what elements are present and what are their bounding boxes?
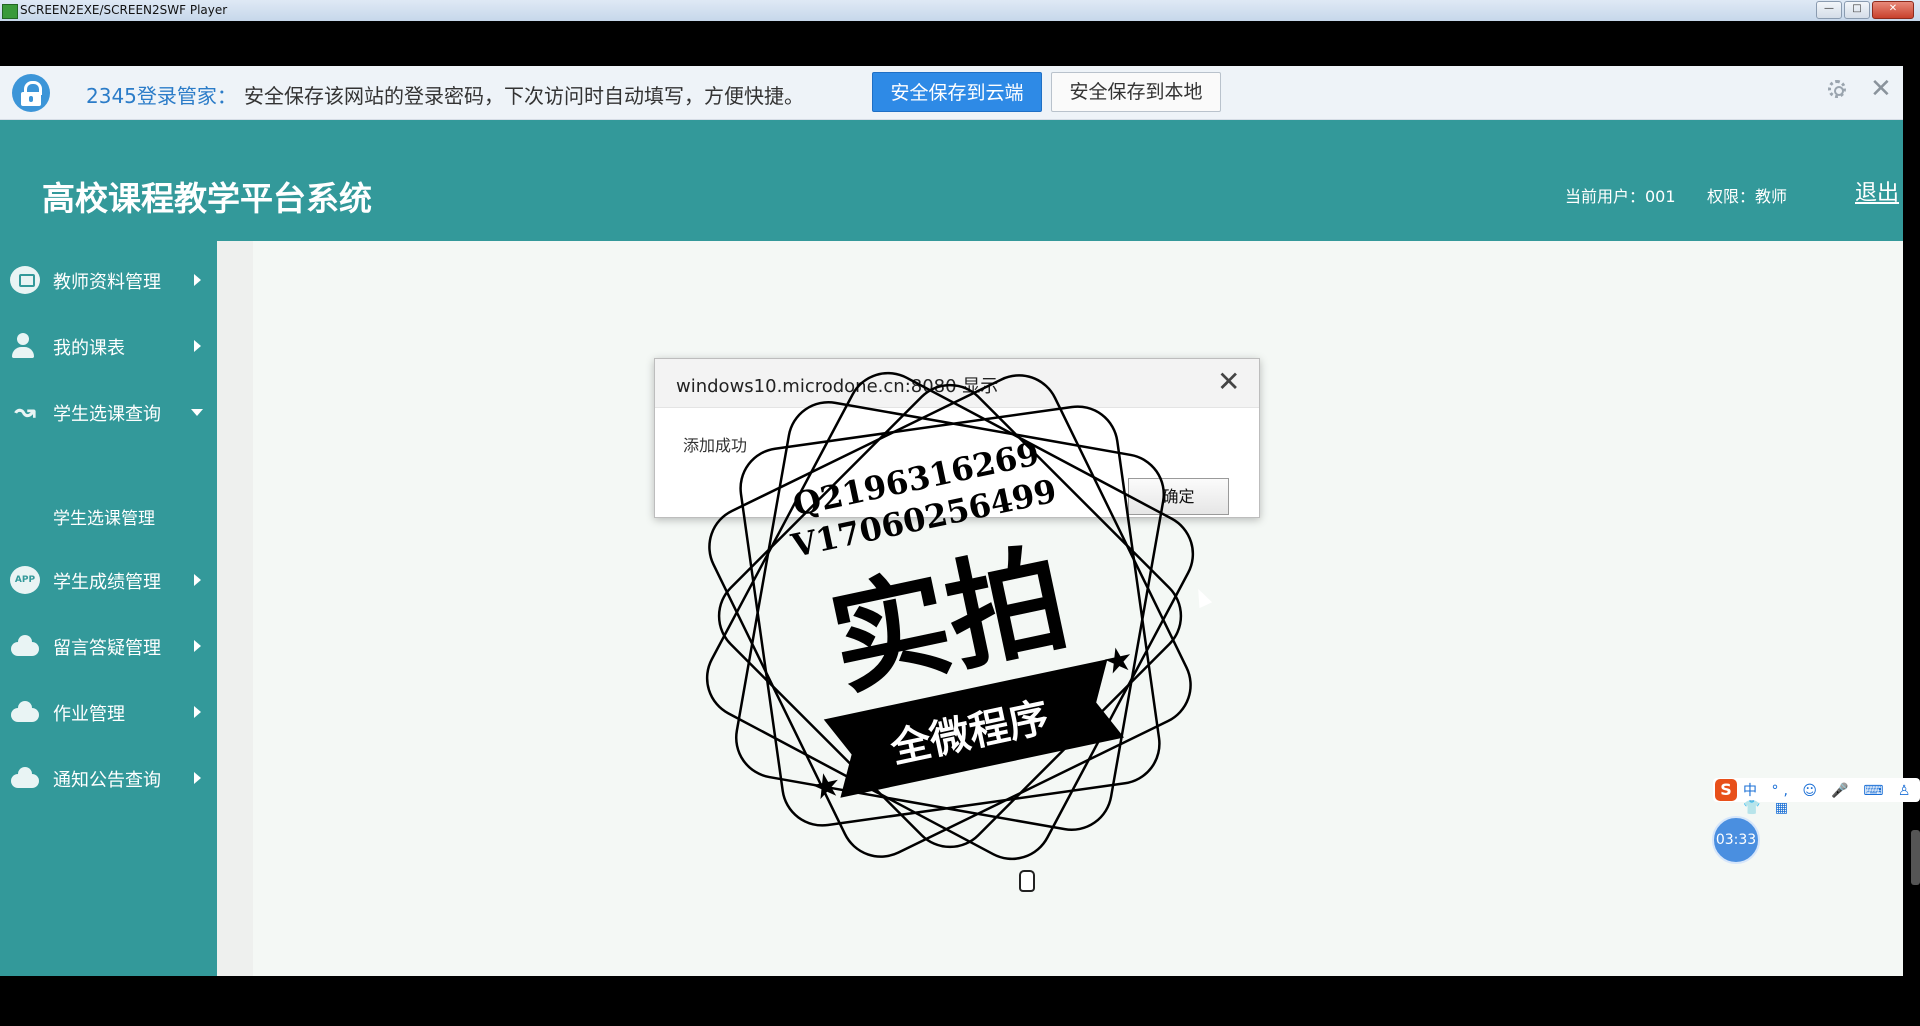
ime-toolbar[interactable]: S 中 °, ☺ 🎤 ⌨ ♙ 👕 ▦ [1713,778,1920,816]
sidebar-item-notice-query[interactable]: 通知公告查询 [0,758,217,798]
browser-viewport: 2345登录管家： 安全保存该网站的登录密码，下次访问时自动填写，方便快捷。 安… [0,66,1903,976]
cloud-icon [10,698,40,726]
sidebar-item-teacher-profile[interactable]: 教师资料管理 [0,260,217,300]
content-divider [217,241,253,976]
current-user: 当前用户：001 [1565,187,1676,206]
ime-mode[interactable]: 中 [1743,783,1762,799]
course-icon: ↝ [14,397,36,427]
chevron-right-icon [194,772,201,784]
user-icon [10,332,40,360]
chevron-right-icon [194,706,201,718]
sidebar-item-my-schedule[interactable]: 我的课表 [0,326,217,366]
app-icon [2,4,18,19]
sidebar-item-qa-management[interactable]: 留言答疑管理 [0,626,217,666]
gear-icon[interactable] [1828,80,1846,98]
sidebar-item-grade-management[interactable]: APP 学生成绩管理 [0,560,217,600]
star-icon: ★ [807,764,845,809]
sidebar-item-label: 教师资料管理 [53,272,161,293]
app-header: 高校课程教学平台系统 当前用户：001 权限：教师 退出 [0,120,1903,241]
timer-bubble[interactable]: 03:33 [1712,816,1760,864]
sidebar-item-label: 学生成绩管理 [53,572,161,593]
window-close-button[interactable]: ✕ [1872,1,1914,19]
sidebar-item-label: 学生选课查询 [53,404,161,425]
save-to-cloud-button[interactable]: 安全保存到云端 [872,72,1042,112]
sidebar: 教师资料管理 我的课表 ↝ 学生选课查询 学生选课管理 APP 学生成绩管理 留… [0,241,217,976]
maximize-button[interactable]: □ [1844,1,1870,19]
star-icon: ★ [1099,638,1137,683]
cloud-icon [10,764,40,792]
sidebar-subitem-course-selection-manage[interactable]: 学生选课管理 [53,504,155,529]
page-title: 高校课程教学平台系统 [42,179,372,218]
sidebar-item-label: 作业管理 [53,704,125,725]
sogou-logo-icon: S [1715,779,1737,801]
cloud-icon [10,632,40,660]
hand-cursor-icon [1019,870,1035,892]
chevron-right-icon [194,340,201,352]
window-controls: — □ ✕ [1816,1,1914,19]
close-icon[interactable]: ✕ [1870,74,1892,104]
chevron-right-icon [194,574,201,586]
password-manager-bar: 2345登录管家： 安全保存该网站的登录密码，下次访问时自动填写，方便快捷。 安… [0,66,1903,120]
sidebar-item-course-selection-query[interactable]: ↝ 学生选课查询 [0,392,217,432]
password-manager-brand: 2345登录管家： [86,84,237,108]
user-role: 权限：教师 [1707,187,1788,206]
scroll-handle[interactable] [1911,830,1920,885]
sidebar-item-label: 留言答疑管理 [53,638,161,659]
chevron-right-icon [194,640,201,652]
monitor-icon [10,266,40,294]
ime-tools[interactable]: 中 °, ☺ 🎤 ⌨ ♙ 👕 ▦ [1743,780,1920,816]
watermark-stamp: Q2196316269 V17060256499 实拍 全微程序 ★ ★ [705,371,1195,861]
chevron-down-icon [191,409,203,416]
lock-icon [12,74,50,112]
window-titlebar: SCREEN2EXE/SCREEN2SWF Player — □ ✕ [0,0,1920,21]
save-to-local-button[interactable]: 安全保存到本地 [1051,72,1221,112]
sidebar-item-label: 通知公告查询 [53,770,161,791]
sidebar-item-homework-management[interactable]: 作业管理 [0,692,217,732]
close-icon[interactable]: ✕ [1217,367,1240,397]
app-icon: APP [10,566,40,594]
window-title: SCREEN2EXE/SCREEN2SWF Player [20,3,228,17]
password-manager-message: 安全保存该网站的登录密码，下次访问时自动填写，方便快捷。 [244,84,804,108]
minimize-button[interactable]: — [1816,1,1842,19]
sidebar-item-label: 我的课表 [53,338,125,359]
logout-link[interactable]: 退出 [1855,175,1899,207]
chevron-right-icon [194,274,201,286]
